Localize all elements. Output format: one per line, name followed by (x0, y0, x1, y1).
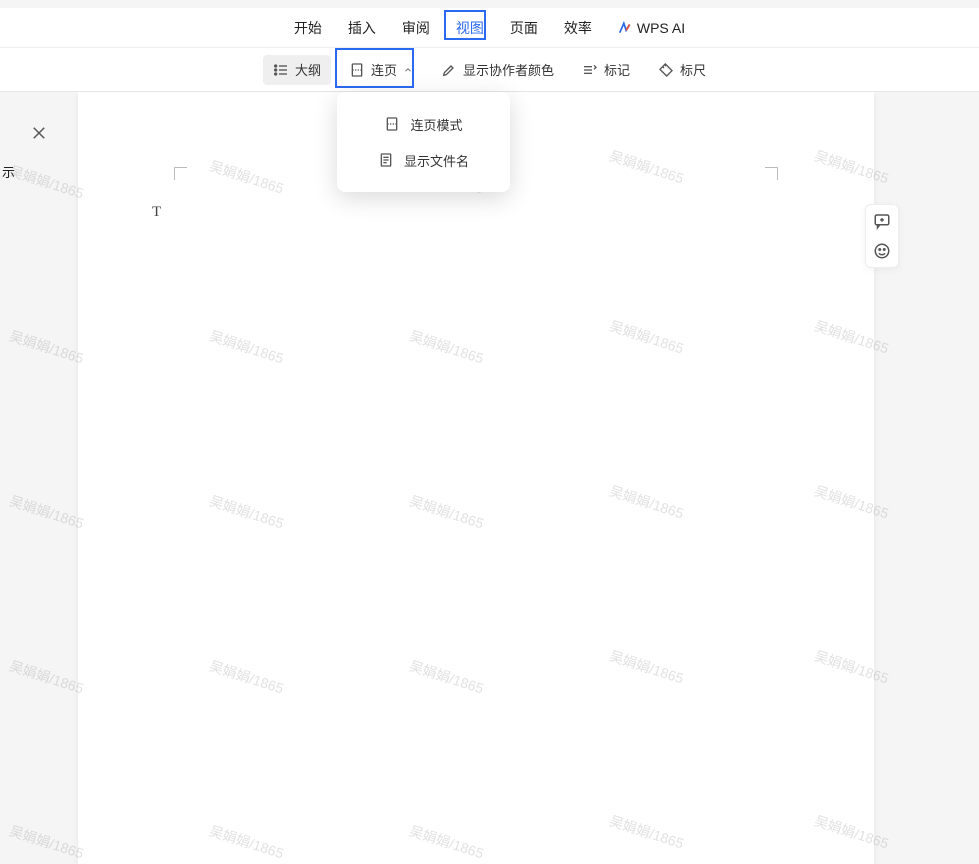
watermark: 吴娟娟/1865 (407, 491, 486, 534)
watermark: 吴娟娟/1865 (812, 811, 891, 854)
marks-button[interactable]: 标记 (572, 55, 640, 85)
document-workspace: 示 T 吴娟娟/1865 吴娟娟/1865 吴娟娟/1865 吴娟娟/1865 … (0, 92, 979, 864)
sidebar-text-fragment: 示 (2, 162, 15, 181)
watermark: 吴娟娟/1865 (407, 656, 486, 699)
margin-corner-tr (765, 167, 778, 180)
marks-label: 标记 (604, 60, 630, 79)
watermark: 吴娟娟/1865 (607, 811, 686, 854)
watermark: 吴娟娟/1865 (812, 481, 891, 524)
sidebar-left: 示 (0, 92, 60, 864)
text-cursor-indicator: T (152, 204, 161, 221)
show-collab-colors-label: 显示协作者颜色 (463, 60, 554, 79)
watermark: 吴娟娟/1865 (407, 326, 486, 369)
list-icon (273, 62, 289, 78)
watermark: 吴娟娟/1865 (407, 821, 486, 864)
watermark: 吴娟娟/1865 (607, 481, 686, 524)
watermark: 吴娟娟/1865 (207, 156, 286, 199)
page-split-icon (384, 116, 400, 132)
wps-ai-button[interactable]: WPS AI (608, 14, 695, 42)
document-icon (378, 152, 394, 168)
watermark: 吴娟娟/1865 (607, 146, 686, 189)
ruler-label: 标尺 (680, 60, 706, 79)
chevron-up-icon (403, 65, 413, 75)
watermark: 吴娟娟/1865 (207, 326, 286, 369)
marks-icon (582, 62, 598, 78)
watermark: 吴娟娟/1865 (607, 316, 686, 359)
menu-bar: 开始 插入 审阅 视图 页面 效率 WPS AI (0, 8, 979, 48)
smile-icon (873, 242, 891, 260)
document-page[interactable]: T 吴娟娟/1865 吴娟娟/1865 吴娟娟/1865 吴娟娟/1865 吴娟… (78, 92, 874, 864)
comment-plus-icon (873, 212, 891, 230)
tab-strip (0, 0, 979, 8)
outline-label: 大纲 (295, 60, 321, 79)
watermark: 吴娟娟/1865 (812, 146, 891, 189)
wps-ai-icon (618, 21, 632, 35)
add-comment-button[interactable] (872, 211, 892, 231)
outline-button[interactable]: 大纲 (263, 55, 331, 85)
highlighter-icon (441, 62, 457, 78)
continuous-mode-label: 连页模式 (410, 115, 462, 134)
emoji-button[interactable] (872, 241, 892, 261)
menu-efficiency[interactable]: 效率 (554, 12, 602, 44)
menu-insert[interactable]: 插入 (338, 12, 386, 44)
floating-toolbar-right (865, 204, 899, 268)
menu-page[interactable]: 页面 (500, 12, 548, 44)
show-filename-label: 显示文件名 (404, 151, 469, 170)
ruler-button[interactable]: 标尺 (648, 55, 716, 85)
watermark: 吴娟娟/1865 (207, 821, 286, 864)
show-collab-colors-button[interactable]: 显示协作者颜色 (431, 55, 564, 85)
menu-view[interactable]: 视图 (446, 12, 494, 44)
continuous-page-button[interactable]: 连页 (339, 55, 423, 85)
close-icon[interactable] (30, 124, 48, 142)
watermark: 吴娟娟/1865 (607, 646, 686, 689)
menu-review[interactable]: 审阅 (392, 12, 440, 44)
toolbar: 大纲 连页 显示协作者颜色 标记 标尺 (0, 48, 979, 92)
page-split-icon (349, 62, 365, 78)
watermark: 吴娟娟/1865 (207, 491, 286, 534)
watermark: 吴娟娟/1865 (207, 656, 286, 699)
ruler-icon (658, 62, 674, 78)
wps-ai-label: WPS AI (637, 20, 685, 36)
watermark: 吴娟娟/1865 (812, 646, 891, 689)
continuous-mode-option[interactable]: 连页模式 (349, 108, 498, 140)
margin-corner-tl (174, 167, 187, 180)
show-filename-option[interactable]: 显示文件名 (349, 144, 498, 176)
menu-start[interactable]: 开始 (284, 12, 332, 44)
continuous-page-dropdown: 连页模式 显示文件名 (337, 92, 510, 192)
continuous-page-label: 连页 (371, 60, 397, 79)
watermark: 吴娟娟/1865 (812, 316, 891, 359)
